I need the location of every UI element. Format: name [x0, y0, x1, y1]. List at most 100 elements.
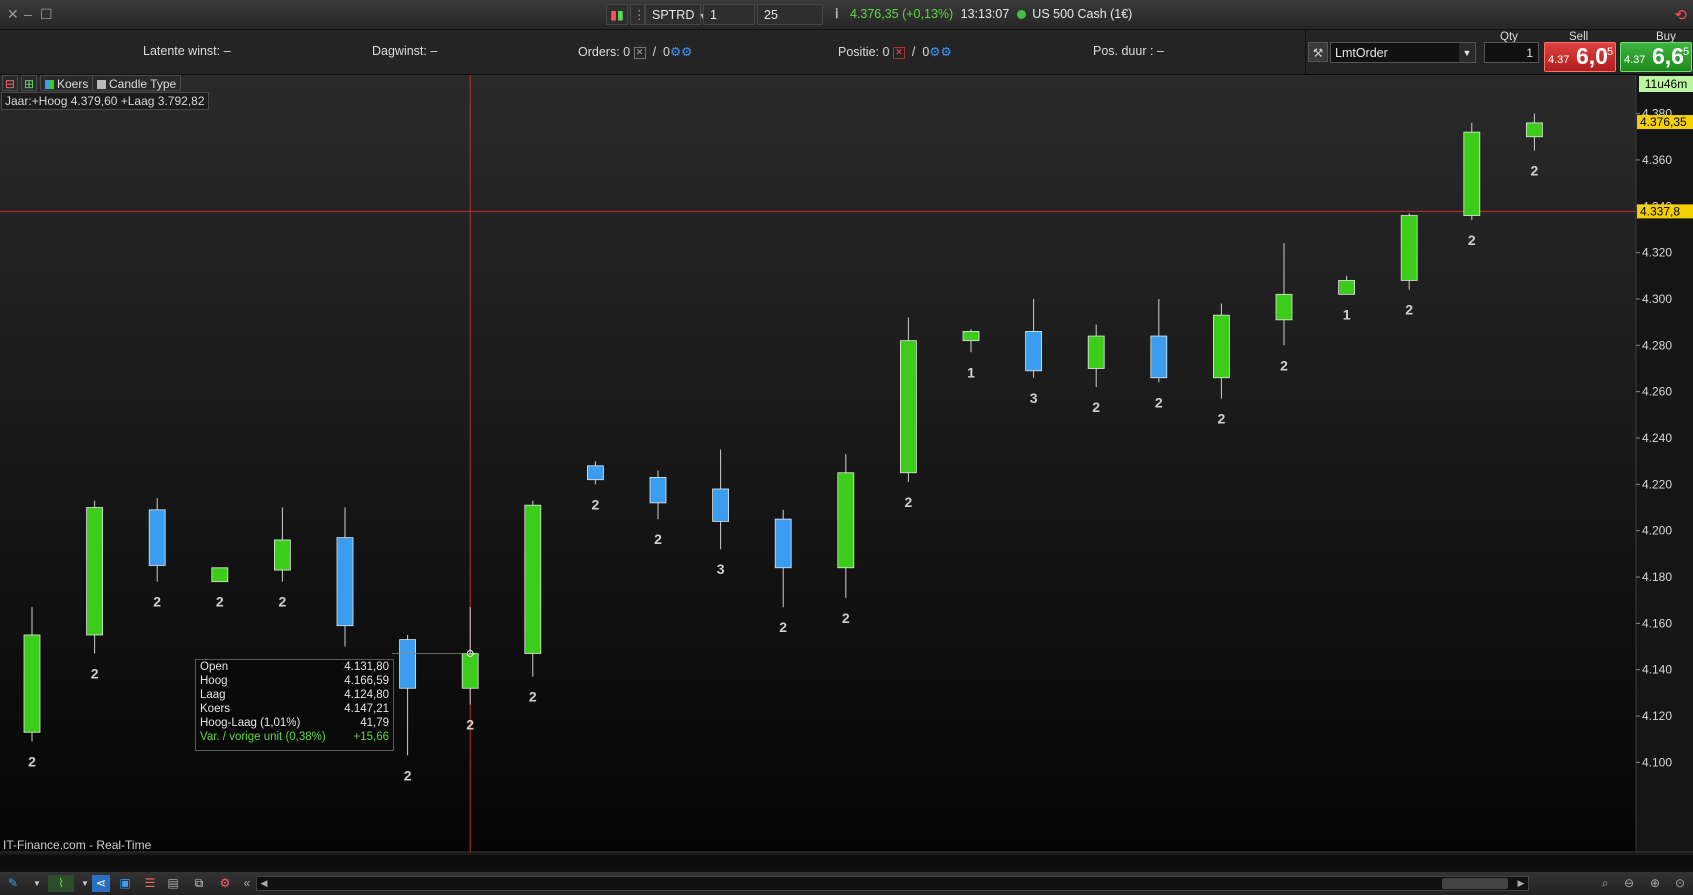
- sell-price-pip: 5: [1607, 46, 1614, 58]
- zoom-out-icon[interactable]: ⊖: [1620, 875, 1638, 892]
- units-selector[interactable]: 25 units▼: [757, 4, 823, 43]
- candle-body: [837, 472, 855, 569]
- refresh-icon[interactable]: ⟲: [1674, 6, 1687, 24]
- legend-candle-type-label: Candle Type: [109, 77, 177, 91]
- gear-icon[interactable]: ⚙⚙: [929, 45, 951, 59]
- y-tick-label: 4.100: [1642, 755, 1672, 769]
- last-price-label: 4.376,35: [1640, 115, 1687, 129]
- symbol-selector[interactable]: SPTRD▼: [645, 4, 707, 25]
- candle-body: [1275, 293, 1293, 321]
- zoom-reset-icon[interactable]: ⊙: [1671, 875, 1689, 892]
- buy-price-pip: 5: [1683, 46, 1690, 58]
- legend-koers-label: Koers: [57, 77, 89, 91]
- legend-koers[interactable]: Koers: [40, 75, 94, 91]
- y-tick-label: 4.320: [1642, 246, 1672, 260]
- candle-body: [399, 639, 417, 689]
- y-tick-label: 4.220: [1642, 477, 1672, 491]
- remove-indicator-icon[interactable]: ⊟: [2, 75, 18, 91]
- cancel-orders-icon[interactable]: ✕: [633, 46, 646, 59]
- minimize-icon[interactable]: ‒: [24, 6, 32, 22]
- candle-body: [649, 476, 667, 504]
- buy-price-main: 6,6: [1652, 43, 1684, 69]
- order-icon[interactable]: ⚙: [216, 875, 234, 892]
- ohlc-tooltip: Open 4.131,80 Hoog 4.166,59 Laag 4.124,80 K…: [195, 659, 394, 751]
- tooltip-hoog-value: 4.166,59: [344, 675, 389, 687]
- timeframe-selector[interactable]: 1 dag▼: [703, 4, 755, 43]
- candle-count-label: 2: [905, 494, 913, 510]
- candle-count-label: 2: [592, 496, 600, 512]
- candle-type-swatch-icon: [97, 80, 106, 89]
- draw-pen-icon[interactable]: ✎: [4, 875, 22, 892]
- candle-body: [1463, 131, 1481, 216]
- scroll-thumb[interactable]: [1442, 878, 1508, 889]
- order-type-select[interactable]: LmtOrder ▼: [1330, 42, 1476, 63]
- legend-candle-type[interactable]: Candle Type: [92, 75, 182, 91]
- candle-count-label: 2: [1468, 232, 1476, 248]
- orders-count-2: 0: [663, 45, 670, 59]
- candle-count-label: 2: [153, 594, 161, 610]
- layout-icon[interactable]: ⧉: [190, 875, 208, 892]
- price-time: 13:13:07: [960, 7, 1010, 21]
- positie-separator: /: [911, 45, 916, 59]
- positie-count: 0: [882, 45, 890, 59]
- chat-icon[interactable]: ▣: [116, 875, 134, 892]
- chevron-down-icon[interactable]: ▼: [28, 875, 46, 892]
- maximize-icon[interactable]: ☐: [40, 6, 53, 23]
- collapse-left-icon[interactable]: «: [238, 875, 256, 892]
- info-icon[interactable]: ⅰ: [835, 7, 838, 21]
- tooltip-laag-label: Laag: [200, 689, 226, 701]
- link-icon[interactable]: ⋮: [630, 4, 646, 25]
- tooltip-laag-value: 4.124,80: [344, 689, 389, 701]
- candle-count-label: 2: [842, 610, 850, 626]
- positie-info: Positie: 0 ✕ / 0⚙⚙: [838, 44, 952, 59]
- price-change: 4.376,35 (+0,13%): [849, 7, 954, 21]
- y-tick-label: 4.360: [1642, 153, 1672, 167]
- list-icon[interactable]: ☰: [141, 875, 159, 892]
- chart-type-icon[interactable]: ▮▮: [606, 4, 628, 25]
- candle-count-label: 2: [216, 594, 224, 610]
- sell-price-prefix: 4.37: [1548, 54, 1570, 66]
- latente-winst: Latente winst: –: [143, 44, 231, 58]
- y-tick-label: 4.200: [1642, 524, 1672, 538]
- tooltip-var-value: +15,66: [353, 731, 390, 743]
- scroll-left-icon[interactable]: ◀: [257, 877, 271, 890]
- candle-count-label: 2: [779, 619, 787, 635]
- close-icon[interactable]: ✕: [7, 6, 19, 23]
- candle-timer: 11u46m: [1639, 76, 1693, 92]
- tooltip-koers-value: 4.147,21: [344, 703, 389, 715]
- buy-price-prefix: 4.37: [1624, 54, 1646, 66]
- candle-count-label: 3: [1030, 390, 1038, 406]
- share-icon[interactable]: ⋖: [92, 875, 110, 892]
- tooltip-koers: Koers 4.147,21: [196, 702, 393, 716]
- table-icon[interactable]: ▤: [164, 875, 182, 892]
- tooltip-koers-label: Koers: [200, 703, 231, 715]
- candle-body: [1400, 215, 1418, 281]
- tooltip-var-label: Var. / vorige unit (0,38%): [200, 731, 326, 743]
- zoom-in-icon[interactable]: ⊕: [1646, 875, 1664, 892]
- buy-button[interactable]: 4.37 6,6 5: [1620, 42, 1692, 72]
- indicator-icon[interactable]: ⌇: [48, 875, 74, 892]
- close-position-icon[interactable]: ✕: [892, 46, 905, 59]
- tooltip-open-label: Open: [200, 661, 229, 673]
- title-bar: ✕ ‒ ☐ ▮▮ ⋮ SPTRD▼ 1 dag▼ 25 units▼ ⅰ 4.3…: [0, 0, 1693, 43]
- year-range-info: Jaar:+Hoog 4.379,60 +Laag 3.792,82: [1, 92, 209, 110]
- gear-icon[interactable]: ⚙⚙: [670, 45, 692, 59]
- candle-count-label: 2: [1280, 357, 1288, 373]
- orders-count: 0: [623, 45, 631, 59]
- candle-count-label: 2: [279, 594, 287, 610]
- y-tick-label: 4.240: [1642, 431, 1672, 445]
- qty-input[interactable]: 1: [1484, 42, 1539, 63]
- candle-count-label: 2: [1218, 411, 1226, 427]
- candle-body: [273, 539, 291, 571]
- zoom-fit-icon[interactable]: ⌕: [1596, 875, 1614, 892]
- candle-count-label: 3: [717, 561, 725, 577]
- y-axis-background: [1636, 75, 1693, 852]
- sell-button[interactable]: 4.37 6,0 5: [1544, 42, 1616, 72]
- scroll-right-icon[interactable]: ▶: [1514, 877, 1528, 890]
- chart-scrollbar[interactable]: ◀ ▶: [256, 876, 1529, 891]
- candle-body: [774, 518, 792, 569]
- candle-body: [712, 488, 729, 522]
- add-indicator-icon[interactable]: ⊞: [21, 75, 37, 91]
- candle-count-label: 2: [1531, 163, 1539, 179]
- wrench-icon[interactable]: ⚒: [1308, 42, 1328, 62]
